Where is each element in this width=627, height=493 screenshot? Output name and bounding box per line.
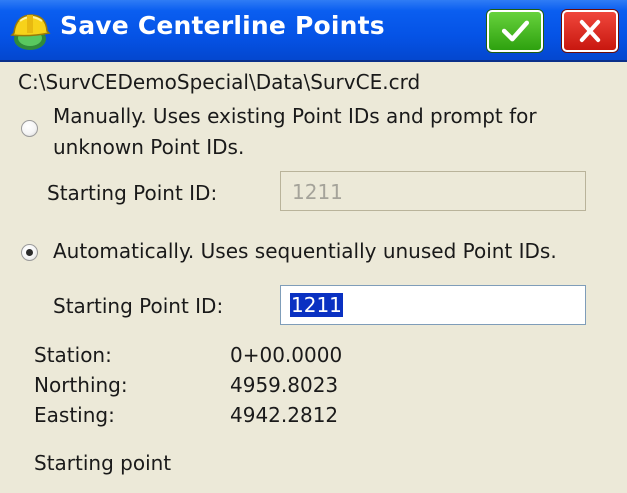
auto-starting-id-field[interactable]: 1211: [280, 285, 586, 325]
manual-starting-id-field: 1211: [280, 171, 586, 211]
manual-radio[interactable]: [21, 120, 38, 137]
ok-button[interactable]: [487, 10, 543, 52]
status-text: Starting point: [34, 451, 172, 475]
northing-value: 4959.8023: [230, 373, 339, 397]
window-title: Save Centerline Points: [60, 11, 385, 40]
easting-label: Easting:: [34, 403, 115, 427]
auto-option-label[interactable]: Automatically. Uses sequentially unused …: [53, 241, 557, 261]
auto-starting-id-label: Starting Point ID:: [53, 294, 224, 318]
station-label: Station:: [34, 343, 112, 367]
checkmark-icon: [501, 20, 530, 42]
cancel-button[interactable]: [562, 10, 618, 52]
title-bar: Save Centerline Points: [0, 0, 627, 62]
manual-starting-id-label: Starting Point ID:: [47, 181, 218, 205]
manual-option-label-line2[interactable]: unknown Point IDs.: [53, 137, 244, 157]
radio-selected-dot: [26, 249, 33, 256]
easting-value: 4942.2812: [230, 403, 339, 427]
file-path: C:\SurvCEDemoSpecial\Data\SurvCE.crd: [18, 70, 421, 94]
manual-starting-id-value: 1211: [292, 180, 343, 204]
manual-option-label-line1[interactable]: Manually. Uses existing Point IDs and pr…: [53, 106, 537, 126]
surveyor-hardhat-icon: [10, 14, 51, 50]
auto-starting-id-value[interactable]: 1211: [290, 293, 343, 317]
northing-label: Northing:: [34, 373, 128, 397]
station-value: 0+00.0000: [230, 343, 343, 367]
close-icon: [579, 19, 601, 43]
auto-radio[interactable]: [21, 244, 38, 261]
